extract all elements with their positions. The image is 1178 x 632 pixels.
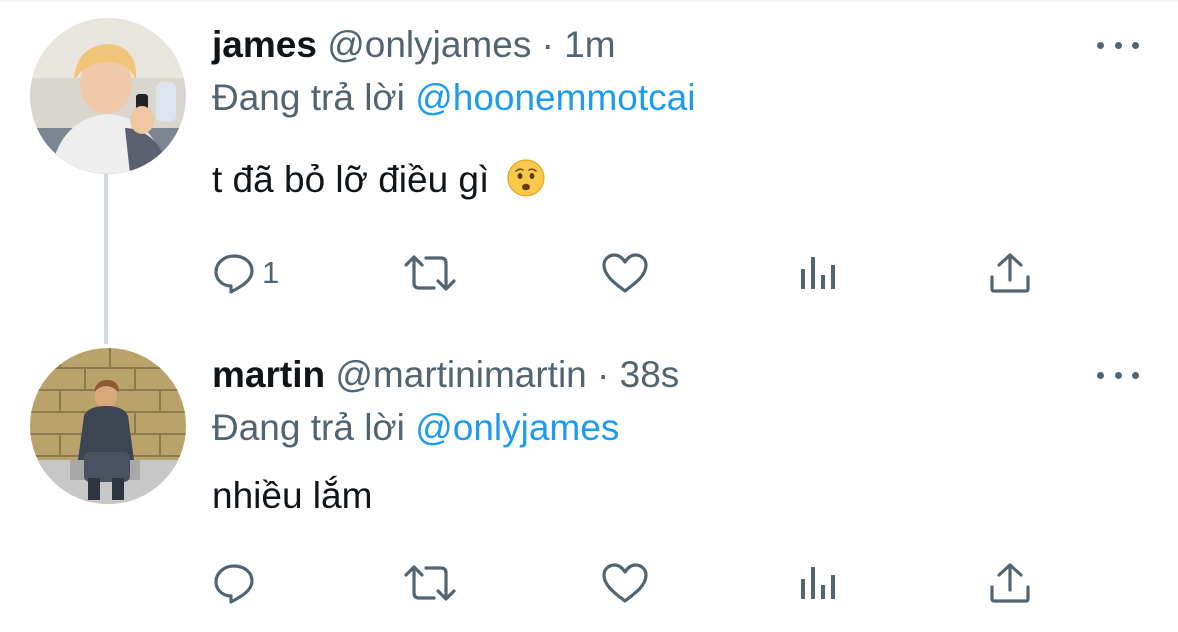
reply-bubble-icon xyxy=(214,254,254,294)
tweet-1[interactable]: james @onlyjames · 1m Đang trả lời @hoon… xyxy=(0,0,1178,340)
more-options-button[interactable] xyxy=(1094,365,1142,385)
retweet-icon xyxy=(404,255,456,291)
timestamp[interactable]: 1m xyxy=(564,24,615,65)
tweet-text-content: nhiều lắm xyxy=(212,475,373,516)
anxious-face-emoji xyxy=(506,158,546,208)
display-name[interactable]: james xyxy=(212,24,317,65)
views-bar-chart-icon xyxy=(801,257,835,289)
reply-button[interactable]: 1 xyxy=(212,243,279,303)
tweet-header: martin @martinimartin · 38s xyxy=(212,353,679,397)
replying-to: Đang trả lời @hoonemmotcai xyxy=(212,76,695,120)
user-handle[interactable]: @martinimartin xyxy=(335,354,586,395)
more-horizontal-icon xyxy=(1097,371,1104,379)
tweet-text: t đã bỏ lỡ điều gì xyxy=(212,158,546,208)
more-horizontal-icon xyxy=(1097,41,1104,49)
avatar-james[interactable] xyxy=(30,18,186,174)
timestamp[interactable]: 38s xyxy=(620,354,680,395)
views-button[interactable] xyxy=(797,243,841,303)
mention-link[interactable]: @hoonemmotcai xyxy=(415,77,695,118)
tweet-2[interactable]: martin @martinimartin · 38s Đang trả lời… xyxy=(0,340,1178,632)
separator-dot: · xyxy=(541,24,554,65)
avatar-martin[interactable] xyxy=(30,348,186,504)
tweet-text: nhiều lắm xyxy=(212,474,372,518)
mention-link[interactable]: @onlyjames xyxy=(415,407,619,448)
share-button[interactable] xyxy=(986,553,1034,613)
replying-to: Đang trả lời @onlyjames xyxy=(212,406,619,450)
tweet-text-content: t đã bỏ lỡ điều gì xyxy=(212,159,490,200)
user-handle[interactable]: @onlyjames xyxy=(327,24,531,65)
like-button[interactable] xyxy=(600,553,650,613)
share-icon xyxy=(990,563,1030,603)
heart-icon xyxy=(602,253,648,293)
share-button[interactable] xyxy=(986,243,1034,303)
replying-to-label: Đang trả lời xyxy=(212,407,405,448)
tweet-actions xyxy=(0,553,1178,613)
display-name[interactable]: martin xyxy=(212,354,325,395)
tweet-actions: 1 xyxy=(0,243,1178,303)
heart-icon xyxy=(602,563,648,603)
like-button[interactable] xyxy=(600,243,650,303)
replying-to-label: Đang trả lời xyxy=(212,77,405,118)
tweet-header: james @onlyjames · 1m xyxy=(212,23,616,67)
reply-bubble-icon xyxy=(214,564,254,604)
reply-count: 1 xyxy=(262,255,280,290)
separator-dot: · xyxy=(597,354,610,395)
retweet-icon xyxy=(404,565,456,601)
retweet-button[interactable] xyxy=(402,553,458,613)
retweet-button[interactable] xyxy=(402,243,458,303)
views-button[interactable] xyxy=(797,553,841,613)
views-bar-chart-icon xyxy=(801,567,835,599)
more-options-button[interactable] xyxy=(1094,35,1142,55)
share-icon xyxy=(990,253,1030,293)
reply-button[interactable] xyxy=(212,553,262,613)
